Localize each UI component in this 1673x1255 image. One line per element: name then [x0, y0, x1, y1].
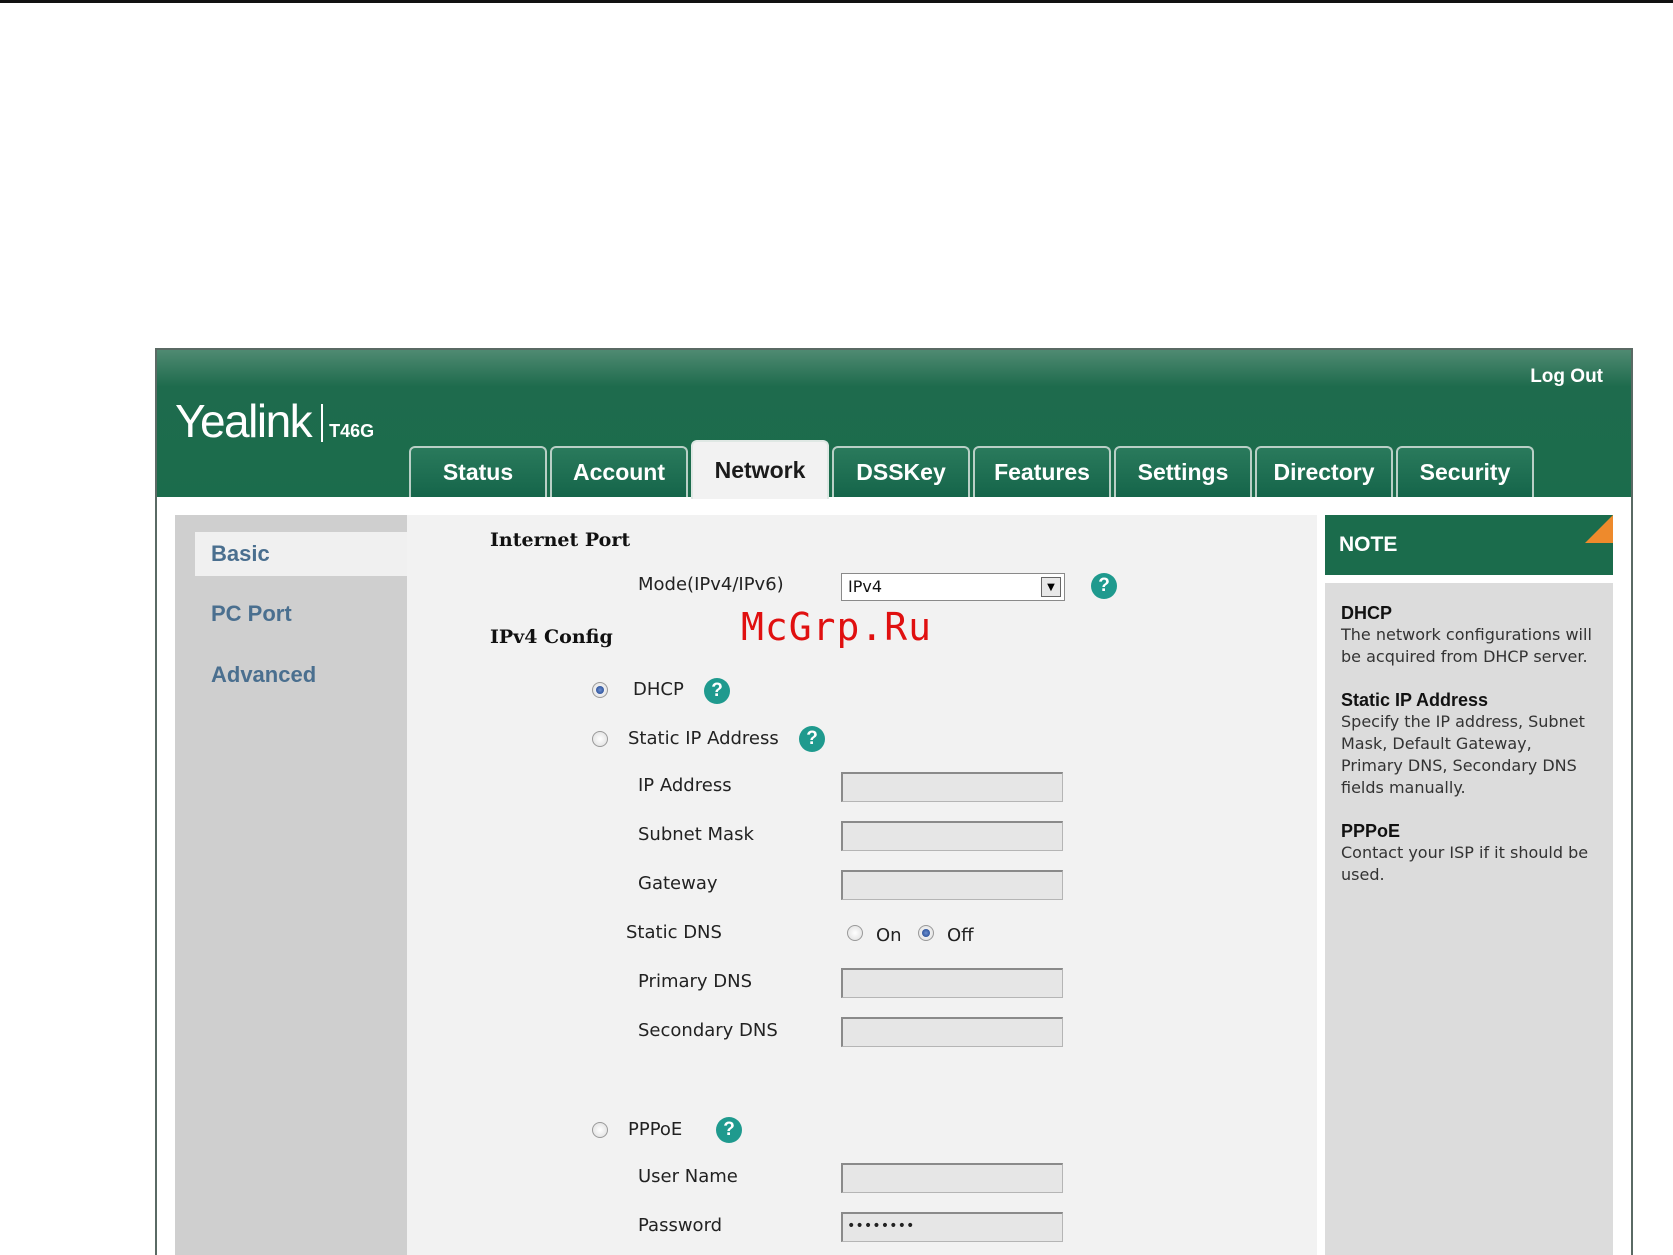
gateway-label: Gateway [638, 873, 718, 894]
sidebar-item-advanced[interactable]: Advanced [195, 653, 407, 697]
note-pppoe-text: Contact your ISP if it should be used. [1341, 843, 1589, 884]
tab-account[interactable]: Account [550, 446, 688, 497]
password-label: Password [638, 1215, 723, 1236]
note-panel: DHCP The network configurations will be … [1325, 583, 1613, 1255]
static-dns-off-radio[interactable] [918, 925, 934, 941]
header-bar: Log Out Yealink T46G Status Account Netw… [157, 350, 1631, 499]
chevron-down-icon[interactable]: ▼ [1041, 577, 1061, 597]
static-dns-off-label: Off [947, 925, 974, 946]
user-name-label: User Name [638, 1166, 738, 1187]
note-dhcp-title: DHCP [1341, 603, 1393, 623]
logo-wordmark: Yealink [175, 395, 313, 447]
help-icon-pppoe[interactable]: ? [716, 1117, 742, 1143]
ip-address-label: IP Address [638, 775, 732, 796]
logo-divider [321, 404, 324, 442]
secondary-dns-label: Secondary DNS [638, 1020, 778, 1041]
ipv4-config-title: IPv4 Config [490, 626, 613, 648]
static-ip-label: Static IP Address [628, 728, 779, 749]
tab-status[interactable]: Status [409, 446, 547, 497]
subnet-mask-field[interactable] [841, 821, 1063, 851]
static-dns-on-label: On [876, 925, 902, 946]
mode-label: Mode(IPv4/IPv6) [638, 574, 784, 595]
dhcp-radio[interactable] [592, 682, 608, 698]
mode-select[interactable]: IPv4 ▼ [841, 573, 1065, 601]
help-icon-static-ip[interactable]: ? [799, 726, 825, 752]
static-dns-on-radio[interactable] [847, 925, 863, 941]
note-static-ip-text: Specify the IP address, Subnet Mask, Def… [1341, 712, 1585, 797]
sidebar-item-basic[interactable]: Basic [195, 532, 407, 576]
secondary-dns-field[interactable] [841, 1017, 1063, 1047]
model-label: T46G [329, 421, 375, 441]
sidebar: Basic PC Port Advanced [175, 515, 407, 1255]
mode-select-value: IPv4 [848, 577, 883, 596]
user-name-field[interactable] [841, 1163, 1063, 1193]
top-rule [0, 0, 1673, 3]
note-corner-flag [1585, 515, 1613, 543]
ip-address-field[interactable] [841, 772, 1063, 802]
subnet-mask-label: Subnet Mask [638, 824, 754, 845]
static-dns-label: Static DNS [626, 922, 722, 943]
tab-security[interactable]: Security [1396, 446, 1534, 497]
help-icon-dhcp[interactable]: ? [704, 678, 730, 704]
note-dhcp-text: The network configurations will be acqui… [1341, 625, 1592, 666]
note-pppoe-title: PPPoE [1341, 821, 1401, 841]
note-static-ip-title: Static IP Address [1341, 690, 1489, 710]
tab-dsskey[interactable]: DSSKey [832, 446, 970, 497]
sidebar-item-pc-port[interactable]: PC Port [195, 592, 407, 636]
yealink-logo: Yealink T46G [175, 398, 374, 444]
password-field[interactable]: •••••••• [841, 1212, 1063, 1242]
internet-port-title: Internet Port [490, 529, 631, 551]
browser-page: Log Out Yealink T46G Status Account Netw… [155, 348, 1633, 1255]
tab-directory[interactable]: Directory [1255, 446, 1393, 497]
pppoe-radio[interactable] [592, 1122, 608, 1138]
help-icon-mode[interactable]: ? [1091, 573, 1117, 599]
note-title: NOTE [1339, 533, 1398, 556]
watermark: McGrp.Ru [741, 605, 933, 649]
primary-dns-label: Primary DNS [638, 971, 753, 992]
logout-link[interactable]: Log Out [1530, 366, 1603, 388]
tab-features[interactable]: Features [973, 446, 1111, 497]
tab-settings[interactable]: Settings [1114, 446, 1252, 497]
tab-network[interactable]: Network [691, 440, 829, 499]
gateway-field[interactable] [841, 870, 1063, 900]
dhcp-label: DHCP [633, 679, 684, 700]
primary-dns-field[interactable] [841, 968, 1063, 998]
note-header: NOTE [1325, 515, 1613, 575]
static-ip-radio[interactable] [592, 731, 608, 747]
pppoe-label: PPPoE [628, 1119, 683, 1140]
